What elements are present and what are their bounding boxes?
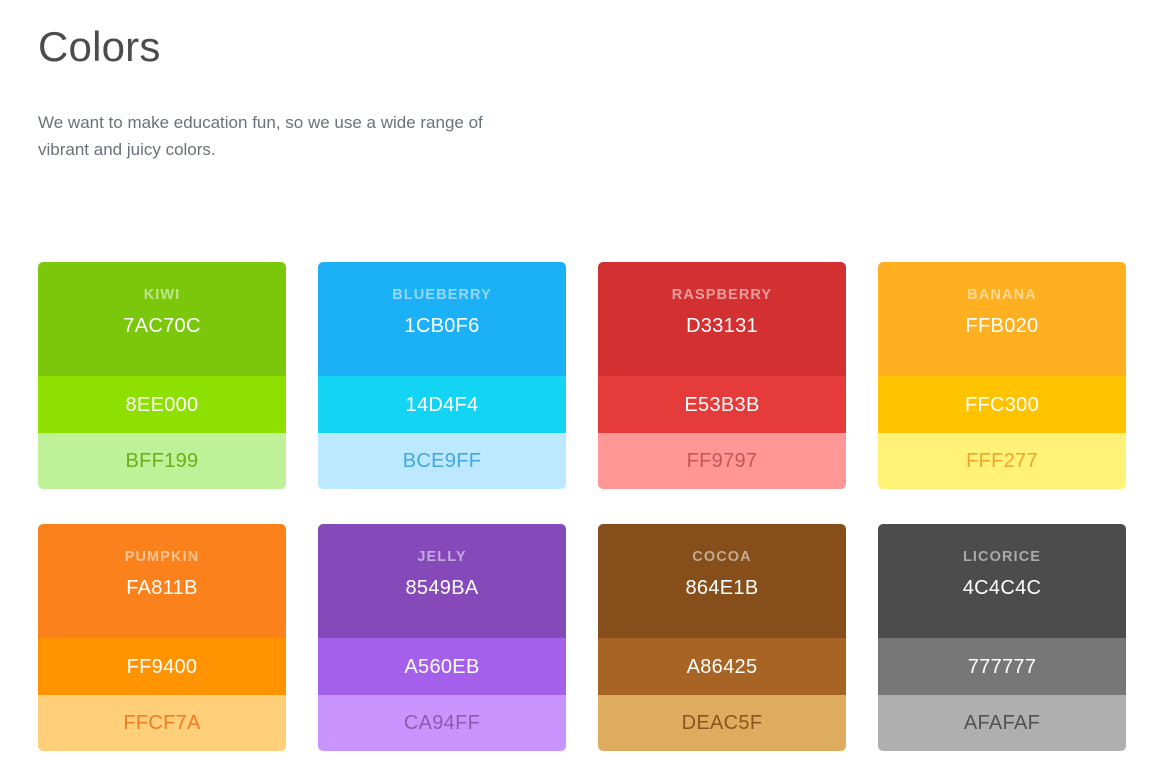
swatch-hex-light: FFCF7A (123, 712, 201, 734)
swatch-hex-main: 1CB0F6 (404, 314, 480, 337)
swatch-hex-mid: E53B3B (684, 393, 760, 416)
swatch-band-main[interactable]: PUMPKIN FA811B (38, 524, 286, 638)
swatch-band-mid[interactable]: FF9400 (38, 638, 286, 695)
swatch-band-main[interactable]: LICORICE 4C4C4C (878, 524, 1126, 638)
swatch-name-label: KIWI (143, 287, 181, 303)
swatch-band-light[interactable]: CA94FF (318, 695, 566, 751)
swatch-hex-light: AFAFAF (963, 712, 1041, 734)
swatch-hex-main: FA811B (126, 576, 198, 599)
swatch-band-light[interactable]: DEAC5F (598, 695, 846, 751)
color-swatch-card[interactable]: LICORICE 4C4C4C 777777 AFAFAF (878, 524, 1126, 751)
swatch-band-mid[interactable]: 8EE000 (38, 376, 286, 433)
color-swatch-card[interactable]: JELLY 8549BA A560EB CA94FF (318, 524, 566, 751)
swatch-name-label: PUMPKIN (124, 549, 200, 565)
swatch-hex-light: FFF277 (966, 450, 1038, 472)
swatch-hex-mid: 8EE000 (125, 393, 199, 416)
swatch-hex-main: 8549BA (405, 576, 479, 599)
swatch-band-mid[interactable]: A86425 (598, 638, 846, 695)
swatch-hex-light: BCE9FF (402, 450, 482, 472)
swatch-band-light[interactable]: BFF199 (38, 433, 286, 489)
swatch-hex-main: FFB020 (965, 314, 1039, 337)
color-swatch-card[interactable]: COCOA 864E1B A86425 DEAC5F (598, 524, 846, 751)
swatch-band-main[interactable]: RASPBERRY D33131 (598, 262, 846, 376)
swatch-hex-mid: A560EB (404, 655, 480, 678)
swatch-band-mid[interactable]: FFC300 (878, 376, 1126, 433)
swatch-hex-light: CA94FF (403, 712, 481, 734)
swatch-band-light[interactable]: FFCF7A (38, 695, 286, 751)
swatch-hex-mid: 14D4F4 (405, 393, 479, 416)
swatch-hex-main: D33131 (686, 314, 758, 337)
swatch-hex-mid: FFC300 (964, 393, 1040, 416)
swatch-band-light[interactable]: FF9797 (598, 433, 846, 489)
swatch-hex-main: 4C4C4C (962, 576, 1042, 599)
color-swatch-card[interactable]: BANANA FFB020 FFC300 FFF277 (878, 262, 1126, 489)
swatch-band-main[interactable]: BANANA FFB020 (878, 262, 1126, 376)
swatch-band-light[interactable]: BCE9FF (318, 433, 566, 489)
swatch-band-main[interactable]: BLUEBERRY 1CB0F6 (318, 262, 566, 376)
swatch-hex-mid: 777777 (967, 655, 1037, 678)
swatch-name-label: BLUEBERRY (392, 287, 492, 303)
swatch-name-label: JELLY (417, 549, 467, 565)
swatch-band-main[interactable]: KIWI 7AC70C (38, 262, 286, 376)
swatch-band-mid[interactable]: A560EB (318, 638, 566, 695)
color-swatch-card[interactable]: BLUEBERRY 1CB0F6 14D4F4 BCE9FF (318, 262, 566, 489)
swatch-hex-light: BFF199 (125, 450, 199, 472)
swatch-hex-mid: FF9400 (126, 655, 198, 678)
swatch-band-light[interactable]: FFF277 (878, 433, 1126, 489)
swatch-hex-light: DEAC5F (681, 712, 763, 734)
swatch-name-label: COCOA (692, 549, 752, 565)
colors-page: Colors We want to make education fun, so… (0, 0, 1166, 778)
page-description: We want to make education fun, so we use… (38, 112, 483, 160)
swatch-hex-main: 7AC70C (123, 314, 201, 337)
swatch-hex-mid: A86425 (686, 655, 758, 678)
color-swatch-card[interactable]: PUMPKIN FA811B FF9400 FFCF7A (38, 524, 286, 751)
color-swatch-card[interactable]: RASPBERRY D33131 E53B3B FF9797 (598, 262, 846, 489)
swatch-band-main[interactable]: COCOA 864E1B (598, 524, 846, 638)
swatch-name-label: LICORICE (962, 549, 1042, 565)
swatch-band-mid[interactable]: 777777 (878, 638, 1126, 695)
swatch-hex-light: FF9797 (686, 450, 758, 472)
page-title: Colors (38, 23, 161, 70)
color-swatch-grid: KIWI 7AC70C 8EE000 BFF199 BLUEBERRY 1CB0F6 14D… (38, 262, 1128, 751)
swatch-band-mid[interactable]: 14D4F4 (318, 376, 566, 433)
swatch-hex-main: 864E1B (685, 576, 759, 599)
color-swatch-card[interactable]: KIWI 7AC70C 8EE000 BFF199 (38, 262, 286, 489)
swatch-band-mid[interactable]: E53B3B (598, 376, 846, 433)
swatch-name-label: RASPBERRY (671, 287, 773, 303)
swatch-band-main[interactable]: JELLY 8549BA (318, 524, 566, 638)
swatch-name-label: BANANA (967, 287, 1037, 303)
swatch-band-light[interactable]: AFAFAF (878, 695, 1126, 751)
